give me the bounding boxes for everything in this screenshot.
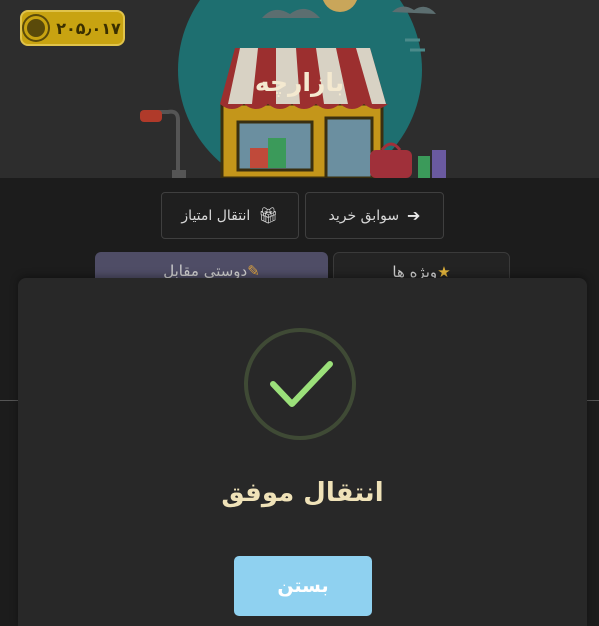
success-indicator [244, 328, 356, 440]
purchase-history-label: سوابق خرید [328, 207, 400, 224]
purchase-history-button[interactable]: ➔ سوابق خرید [305, 192, 444, 239]
divider [585, 400, 599, 401]
checkmark-icon [270, 361, 333, 407]
divider [0, 400, 20, 401]
gift-icon: 🎁︎ [258, 206, 279, 225]
transfer-points-button[interactable]: 🎁︎ انتقال امتیاز [161, 192, 299, 239]
transfer-points-label: انتقال امتیاز [181, 207, 251, 224]
arrow-right-icon: ➔ [407, 206, 421, 225]
shop-hero-banner: ۲۰۵٫۰۱۷ بازارچه [0, 0, 599, 178]
coin-balance-amount: ۲۰۵٫۰۱۷ [56, 18, 121, 38]
close-button[interactable]: بستن [234, 556, 372, 616]
coin-balance-badge[interactable]: ۲۰۵٫۰۱۷ [20, 10, 125, 46]
coin-icon [24, 16, 49, 40]
success-modal: انتقال موفق بستن [18, 278, 587, 626]
modal-title: انتقال موفق [221, 478, 384, 508]
shop-title: بازارچه [254, 68, 345, 97]
